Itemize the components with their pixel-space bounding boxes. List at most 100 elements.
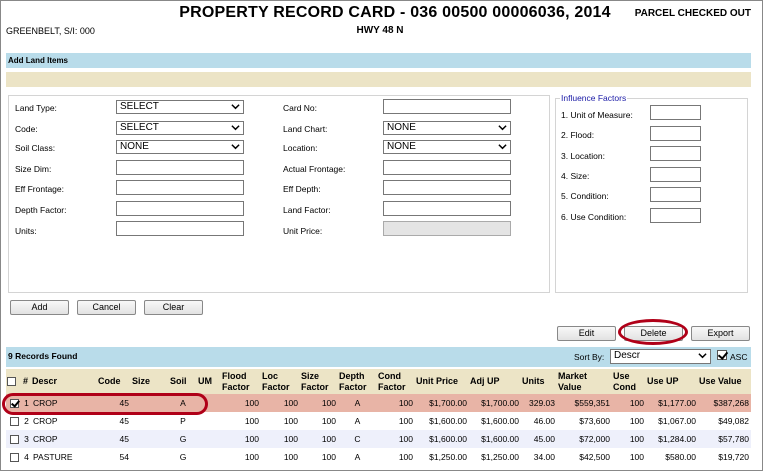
adj-up-cell: $1,250.00 bbox=[469, 448, 521, 466]
land-factor-label: Land Factor: bbox=[283, 205, 331, 215]
select-all-checkbox[interactable] bbox=[7, 377, 16, 387]
cancel-button[interactable]: Cancel bbox=[77, 300, 136, 315]
flood-factor-cell: 100 bbox=[221, 394, 261, 412]
flood-input[interactable] bbox=[650, 126, 701, 141]
code-select[interactable]: SELECT bbox=[116, 121, 244, 135]
unit-price-cell: $1,600.00 bbox=[415, 412, 469, 430]
table-row[interactable]: 3 CROP 45 G 100 100 100 C 100 $1,600.00 $1,600.00 4… bbox=[6, 430, 751, 448]
unit-price-label: Unit Price: bbox=[283, 226, 323, 236]
depth-factor-cell: A bbox=[338, 412, 377, 430]
export-button[interactable]: Export bbox=[691, 326, 750, 341]
use-up-cell: $1,284.00 bbox=[646, 430, 698, 448]
section-header: Add Land Items bbox=[6, 53, 751, 68]
land-chart-value: NONE bbox=[387, 122, 416, 133]
use-value-cell: $49,082 bbox=[698, 412, 751, 430]
column-header[interactable]: Flood Factor bbox=[221, 369, 261, 394]
eff-depth-input[interactable] bbox=[383, 180, 511, 195]
use-value-cell: $387,268 bbox=[698, 394, 751, 412]
size-cell bbox=[131, 448, 169, 466]
column-header[interactable]: Use UP bbox=[646, 369, 698, 394]
soil-class-select[interactable]: NONE bbox=[116, 140, 244, 154]
description-cell: PASTURE bbox=[31, 448, 97, 466]
column-header[interactable]: Size Factor bbox=[300, 369, 338, 394]
card-no-input[interactable] bbox=[383, 99, 511, 114]
row-number: 1 bbox=[22, 394, 31, 412]
depth-factor-input[interactable] bbox=[116, 201, 244, 216]
location-value: NONE bbox=[387, 141, 416, 152]
use-up-cell: $580.00 bbox=[646, 448, 698, 466]
condition-input[interactable] bbox=[650, 187, 701, 202]
um-cell bbox=[197, 430, 221, 448]
eff-depth-label: Eff Depth: bbox=[283, 184, 321, 194]
row-checkbox[interactable] bbox=[9, 435, 19, 445]
sort-by-select[interactable]: Descr bbox=[610, 349, 711, 364]
um-cell bbox=[197, 394, 221, 412]
size-dim-input[interactable] bbox=[116, 160, 244, 175]
land-type-select[interactable]: SELECT bbox=[116, 100, 244, 114]
row-checkbox[interactable] bbox=[9, 417, 19, 427]
clear-button[interactable]: Clear bbox=[144, 300, 203, 315]
land-chart-label: Land Chart: bbox=[283, 124, 328, 134]
row-checkbox[interactable] bbox=[9, 399, 19, 409]
actual-frontage-input[interactable] bbox=[383, 160, 511, 175]
depth-factor-cell: C bbox=[338, 430, 377, 448]
unit-of-measure-input[interactable] bbox=[650, 105, 701, 120]
land-factor-input[interactable] bbox=[383, 201, 511, 216]
description-cell: CROP bbox=[31, 412, 97, 430]
column-header[interactable]: Units bbox=[521, 369, 557, 394]
eff-frontage-label: Eff Frontage: bbox=[15, 184, 64, 194]
row-checkbox[interactable] bbox=[9, 453, 19, 463]
table-row[interactable]: 2 CROP 45 P 100 100 100 A 100 $1,600.00 $1,600.00 4… bbox=[6, 412, 751, 430]
column-header[interactable]: Use Cond bbox=[612, 369, 646, 394]
column-header[interactable]: Loc Factor bbox=[261, 369, 300, 394]
column-header[interactable]: Adj UP bbox=[469, 369, 521, 394]
units-input[interactable] bbox=[116, 221, 244, 236]
loc-factor-cell: 100 bbox=[261, 412, 300, 430]
location-select[interactable]: NONE bbox=[383, 140, 511, 154]
select-all-header[interactable] bbox=[6, 369, 22, 394]
column-header[interactable]: Depth Factor bbox=[338, 369, 377, 394]
add-button[interactable]: Add bbox=[10, 300, 69, 315]
size-cell bbox=[131, 430, 169, 448]
unit-price-cell: $1,250.00 bbox=[415, 448, 469, 466]
use-condition-input[interactable] bbox=[650, 208, 701, 223]
loc-factor-cell: 100 bbox=[261, 430, 300, 448]
size-cell bbox=[131, 412, 169, 430]
size-input[interactable] bbox=[650, 167, 701, 182]
column-header[interactable]: Use Value bbox=[698, 369, 751, 394]
code-cell: 45 bbox=[97, 394, 131, 412]
parcel-status: PARCEL CHECKED OUT bbox=[634, 8, 751, 19]
row-select-cell[interactable] bbox=[6, 430, 22, 448]
row-select-cell[interactable] bbox=[6, 412, 22, 430]
unit-price-cell: $1,700.00 bbox=[415, 394, 469, 412]
size-factor-cell: 100 bbox=[300, 430, 338, 448]
land-chart-select[interactable]: NONE bbox=[383, 121, 511, 135]
edit-button[interactable]: Edit bbox=[557, 326, 616, 341]
column-header[interactable]: UM bbox=[197, 369, 221, 394]
row-select-cell[interactable] bbox=[6, 394, 22, 412]
column-header[interactable]: Size bbox=[131, 369, 169, 394]
table-row[interactable]: 1 CROP 45 A 100 100 100 A 100 $1,700.00 $1,700.00 3… bbox=[6, 394, 751, 412]
table-row[interactable]: 4 PASTURE 54 G 100 100 100 A 100 $1,250.00 $1,250.… bbox=[6, 448, 751, 466]
delete-button[interactable]: Delete bbox=[624, 326, 683, 341]
soil-cell: A bbox=[169, 394, 197, 412]
eff-frontage-input[interactable] bbox=[116, 180, 244, 195]
column-header[interactable]: Market Value bbox=[557, 369, 612, 394]
column-header[interactable]: Descr bbox=[31, 369, 97, 394]
column-header[interactable]: Unit Price bbox=[415, 369, 469, 394]
sort-by-label: Sort By: bbox=[574, 352, 605, 362]
column-header[interactable]: Soil bbox=[169, 369, 197, 394]
loc-factor-cell: 100 bbox=[261, 394, 300, 412]
column-header[interactable]: Cond Factor bbox=[377, 369, 415, 394]
row-select-cell[interactable] bbox=[6, 448, 22, 466]
column-header[interactable]: Code bbox=[97, 369, 131, 394]
influence-location-input[interactable] bbox=[650, 146, 701, 161]
um-cell bbox=[197, 412, 221, 430]
influence-label: 6. Use Condition: bbox=[561, 212, 627, 222]
influence-factors-title: Influence Factors bbox=[560, 93, 628, 103]
size-dim-label: Size Dim: bbox=[15, 164, 52, 174]
column-header[interactable]: # bbox=[22, 369, 31, 394]
soil-cell: G bbox=[169, 430, 197, 448]
influence-label: 5. Condition: bbox=[561, 191, 609, 201]
asc-checkbox[interactable] bbox=[717, 350, 727, 360]
